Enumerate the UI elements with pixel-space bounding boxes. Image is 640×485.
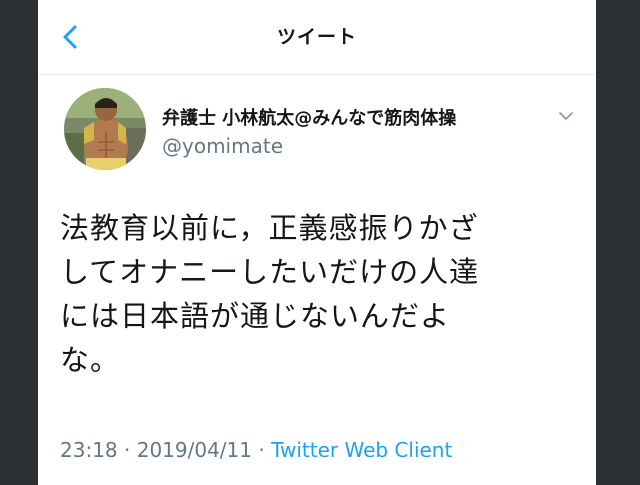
more-options-button[interactable] xyxy=(556,106,576,126)
chevron-down-icon xyxy=(559,112,573,120)
avatar[interactable] xyxy=(64,88,146,170)
page-title: ツイート xyxy=(276,26,357,48)
tweet-meta: 23:18 · 2019/04/11 · Twitter Web Client xyxy=(60,438,452,462)
tweet-text: 法教育以前に，正義感振りかざ してオナニーしたいだけの人達 には日本語が通じない… xyxy=(60,211,480,377)
meta-separator: · xyxy=(124,438,131,462)
user-handle[interactable]: @yomimate xyxy=(162,134,283,158)
tweet-client-link[interactable]: Twitter Web Client xyxy=(271,438,452,462)
tweet-time: 23:18 xyxy=(60,438,118,462)
tweet-detail-screen: ツイート 弁護士 小林航太@みんなで筋肉体操 @yomimate 法教育以前に，… xyxy=(38,0,596,485)
avatar-image xyxy=(64,88,146,170)
tweet-date: 2019/04/11 xyxy=(136,438,252,462)
display-name[interactable]: 弁護士 小林航太@みんなで筋肉体操 xyxy=(162,104,456,130)
meta-separator: · xyxy=(258,438,265,462)
top-bar: ツイート xyxy=(38,0,596,75)
